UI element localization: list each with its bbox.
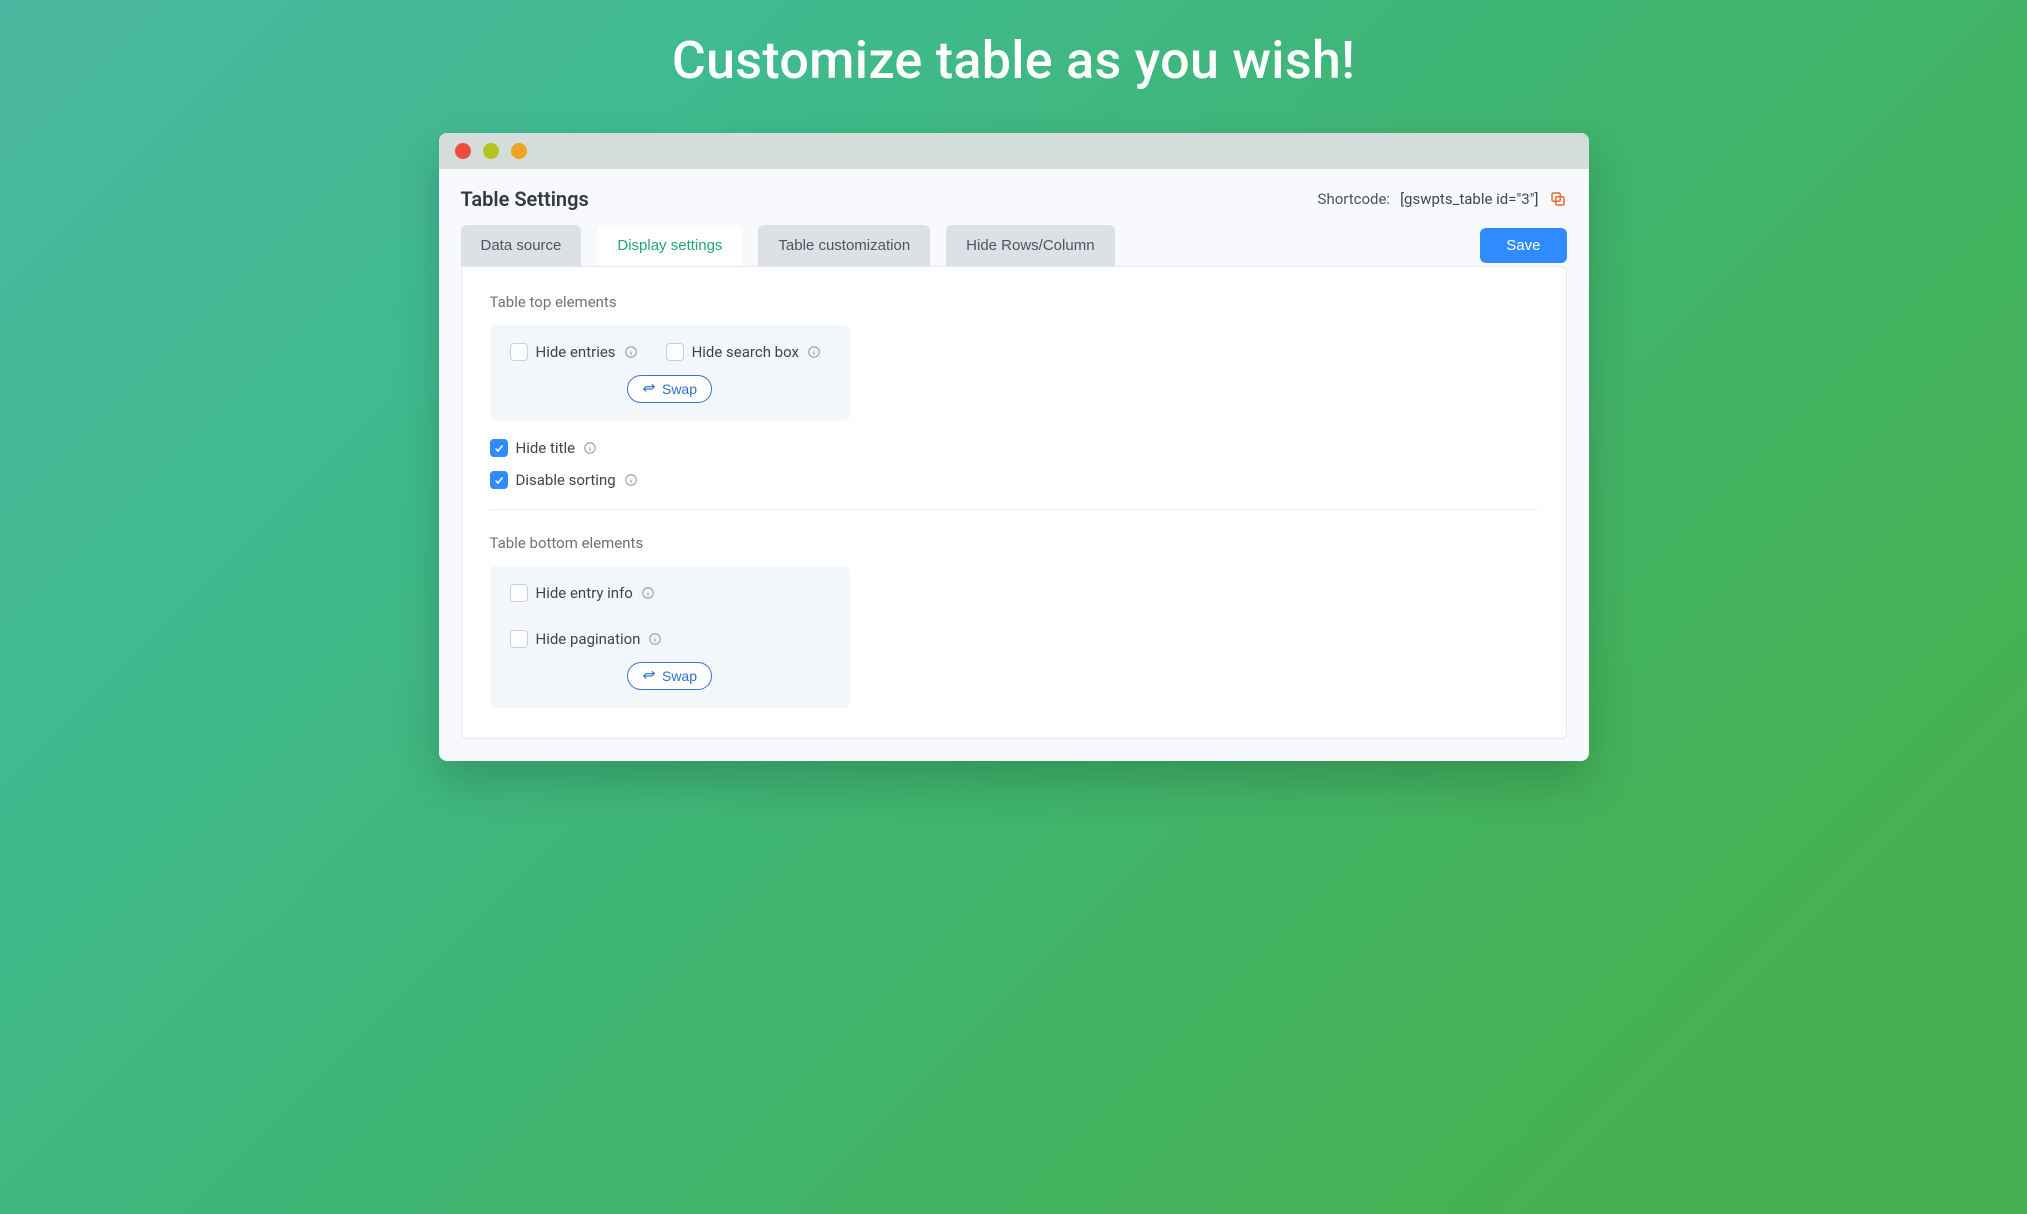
bottom-elements-group: Hide entry info Hide pagination Swap <box>490 566 850 708</box>
swap-icon <box>642 669 656 683</box>
swap-bottom-button[interactable]: Swap <box>627 662 712 690</box>
info-icon[interactable] <box>624 473 638 487</box>
check-label-hide-entries: Hide entries <box>536 343 616 361</box>
swap-top-button[interactable]: Swap <box>627 375 712 403</box>
check-item-disable-sorting: Disable sorting <box>490 471 1538 489</box>
check-label-hide-pagination: Hide pagination <box>536 630 641 648</box>
checkbox-disable-sorting[interactable] <box>490 471 508 489</box>
settings-panel: Table top elements Hide entries Hide sear… <box>461 266 1567 739</box>
checkbox-hide-pagination[interactable] <box>510 630 528 648</box>
standalone-checks: Hide title Disable sorting <box>490 439 1538 489</box>
check-item-hide-entry-info: Hide entry info <box>510 584 655 602</box>
info-icon[interactable] <box>624 345 638 359</box>
shortcode-display: Shortcode: [gswpts_table id="3"] <box>1318 190 1567 208</box>
swap-icon <box>642 382 656 396</box>
check-item-hide-pagination: Hide pagination <box>510 630 663 648</box>
info-icon[interactable] <box>648 632 662 646</box>
check-item-hide-search-box: Hide search box <box>666 343 821 361</box>
tabs-row: Data source Display settings Table customi… <box>439 211 1589 266</box>
window-close-light[interactable] <box>455 143 471 159</box>
check-item-hide-title: Hide title <box>490 439 1538 457</box>
swap-top-label: Swap <box>662 381 697 397</box>
swap-bottom-label: Swap <box>662 668 697 684</box>
window-maximize-light[interactable] <box>511 143 527 159</box>
page-headline: Customize table as you wish! <box>672 30 1355 91</box>
section-separator <box>490 509 1538 510</box>
page-title: Table Settings <box>461 187 589 211</box>
check-label-hide-search-box: Hide search box <box>692 343 799 361</box>
checkbox-hide-search-box[interactable] <box>666 343 684 361</box>
check-label-hide-entry-info: Hide entry info <box>536 584 633 602</box>
window-minimize-light[interactable] <box>483 143 499 159</box>
tab-display-settings[interactable]: Display settings <box>597 225 742 266</box>
check-label-hide-title: Hide title <box>516 439 576 457</box>
app-window: Table Settings Shortcode: [gswpts_table … <box>439 133 1589 761</box>
checkbox-hide-entries[interactable] <box>510 343 528 361</box>
info-icon[interactable] <box>583 441 597 455</box>
info-icon[interactable] <box>807 345 821 359</box>
checkbox-hide-title[interactable] <box>490 439 508 457</box>
tab-hide-rows-column[interactable]: Hide Rows/Column <box>946 225 1114 266</box>
section-top-title: Table top elements <box>490 293 1538 311</box>
info-icon[interactable] <box>641 586 655 600</box>
top-elements-group: Hide entries Hide search box Swap <box>490 325 850 421</box>
shortcode-value: [gswpts_table id="3"] <box>1400 190 1538 208</box>
section-bottom-title: Table bottom elements <box>490 534 1538 552</box>
tab-data-source[interactable]: Data source <box>461 225 582 266</box>
shortcode-label: Shortcode: <box>1318 190 1391 208</box>
copy-icon[interactable] <box>1549 190 1567 208</box>
checkbox-hide-entry-info[interactable] <box>510 584 528 602</box>
header-row: Table Settings Shortcode: [gswpts_table … <box>439 169 1589 211</box>
check-label-disable-sorting: Disable sorting <box>516 471 616 489</box>
window-titlebar <box>439 133 1589 169</box>
tab-table-customization[interactable]: Table customization <box>758 225 930 266</box>
save-button[interactable]: Save <box>1480 228 1566 263</box>
check-item-hide-entries: Hide entries <box>510 343 638 361</box>
tabs: Data source Display settings Table customi… <box>461 225 1465 266</box>
